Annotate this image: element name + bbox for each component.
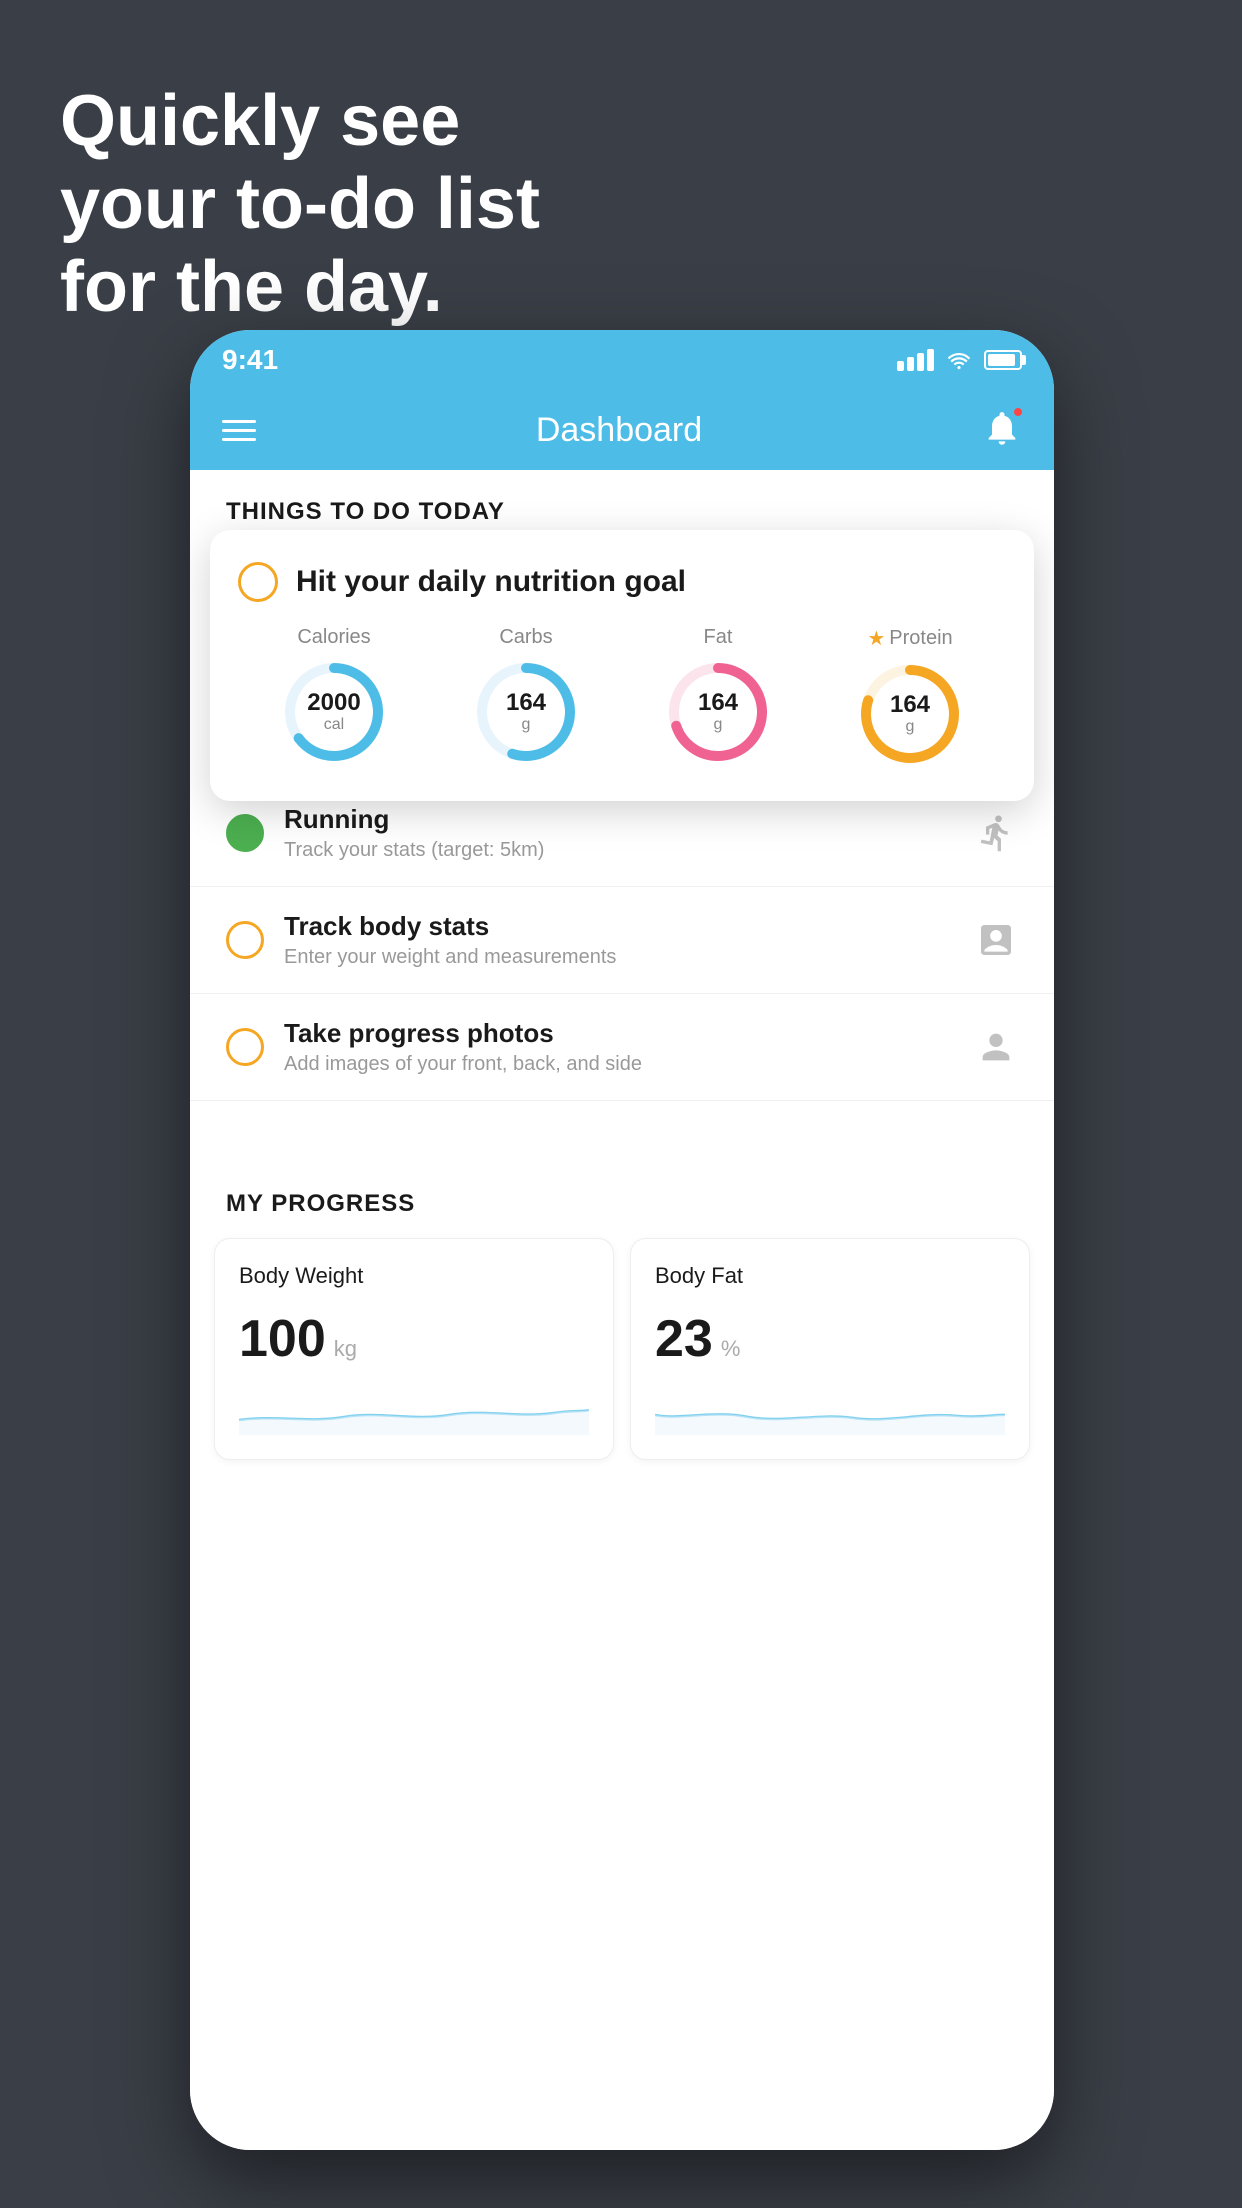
nutrition-card-title: Hit your daily nutrition goal xyxy=(296,565,686,599)
progress-section-header: MY PROGRESS xyxy=(214,1190,1030,1218)
body-fat-card: Body Fat 23 % xyxy=(630,1238,1030,1460)
protein-label: ★ Protein xyxy=(867,626,952,651)
phone-content: THINGS TO DO TODAY Hit your daily nutrit… xyxy=(190,470,1054,2150)
protein-unit: g xyxy=(890,718,930,736)
todo-checkbox-body-stats[interactable] xyxy=(226,921,264,959)
nutrition-item-carbs: Carbs 164 g xyxy=(471,626,581,767)
todo-checkbox-running[interactable] xyxy=(226,814,264,852)
shoe-icon xyxy=(974,811,1018,855)
body-fat-unit: % xyxy=(721,1336,741,1362)
running-subtitle: Track your stats (target: 5km) xyxy=(284,839,974,862)
body-weight-value: 100 xyxy=(239,1309,326,1369)
carbs-value: 164 xyxy=(506,690,546,716)
todo-list: Running Track your stats (target: 5km) T… xyxy=(190,780,1054,1101)
calories-unit: cal xyxy=(307,716,360,734)
fat-donut: 164 g xyxy=(663,657,773,767)
status-time: 9:41 xyxy=(222,344,278,376)
nutrition-item-fat: Fat 164 g xyxy=(663,626,773,767)
body-fat-chart xyxy=(655,1385,1005,1435)
todo-text-body-stats: Track body stats Enter your weight and m… xyxy=(284,911,974,969)
body-fat-value: 23 xyxy=(655,1309,713,1369)
headline-line3: for the day. xyxy=(60,246,540,329)
nutrition-item-calories: Calories 2000 cal xyxy=(279,626,389,767)
body-weight-chart xyxy=(239,1385,589,1435)
carbs-label: Carbs xyxy=(499,626,552,649)
person-icon xyxy=(974,1025,1018,1069)
progress-photos-title: Take progress photos xyxy=(284,1018,974,1049)
nutrition-item-protein: ★ Protein 164 g xyxy=(855,626,965,769)
headline-line2: your to-do list xyxy=(60,163,540,246)
todo-text-progress-photos: Take progress photos Add images of your … xyxy=(284,1018,974,1076)
headline-line1: Quickly see xyxy=(60,80,540,163)
body-weight-card: Body Weight 100 kg xyxy=(214,1238,614,1460)
status-icons xyxy=(897,349,1022,371)
notification-dot xyxy=(1012,406,1024,418)
phone-shell: 9:41 Dashboard THIN xyxy=(190,330,1054,2150)
calories-donut: 2000 cal xyxy=(279,657,389,767)
body-weight-unit: kg xyxy=(334,1336,357,1362)
fat-unit: g xyxy=(698,716,738,734)
todo-checkbox-progress-photos[interactable] xyxy=(226,1028,264,1066)
nutrition-card: Hit your daily nutrition goal Calories 2… xyxy=(210,530,1034,801)
body-fat-title: Body Fat xyxy=(655,1263,1005,1289)
fat-label: Fat xyxy=(704,626,733,649)
scale-icon xyxy=(974,918,1018,962)
progress-cards: Body Weight 100 kg Body Fat xyxy=(214,1238,1030,1460)
todo-item-body-stats[interactable]: Track body stats Enter your weight and m… xyxy=(190,887,1054,994)
bell-icon[interactable] xyxy=(982,408,1022,453)
things-section-header: THINGS TO DO TODAY xyxy=(190,470,1054,536)
headline: Quickly see your to-do list for the day. xyxy=(60,80,540,328)
wifi-icon xyxy=(946,350,972,370)
progress-section: MY PROGRESS Body Weight 100 kg xyxy=(190,1190,1054,1460)
body-weight-title: Body Weight xyxy=(239,1263,589,1289)
todo-text-running: Running Track your stats (target: 5km) xyxy=(284,804,974,862)
body-stats-title: Track body stats xyxy=(284,911,974,942)
battery-icon xyxy=(984,350,1022,370)
carbs-unit: g xyxy=(506,716,546,734)
body-stats-subtitle: Enter your weight and measurements xyxy=(284,946,974,969)
hamburger-menu[interactable] xyxy=(222,420,256,441)
carbs-donut: 164 g xyxy=(471,657,581,767)
progress-photos-subtitle: Add images of your front, back, and side xyxy=(284,1053,974,1076)
calories-value: 2000 xyxy=(307,690,360,716)
signal-icon xyxy=(897,349,934,371)
todo-item-progress-photos[interactable]: Take progress photos Add images of your … xyxy=(190,994,1054,1101)
nav-title: Dashboard xyxy=(536,411,702,450)
fat-value: 164 xyxy=(698,690,738,716)
running-title: Running xyxy=(284,804,974,835)
nutrition-row: Calories 2000 cal Carbs xyxy=(238,626,1006,769)
todo-checkbox-nutrition[interactable] xyxy=(238,562,278,602)
calories-label: Calories xyxy=(297,626,370,649)
protein-value: 164 xyxy=(890,692,930,718)
status-bar: 9:41 xyxy=(190,330,1054,390)
protein-donut: 164 g xyxy=(855,659,965,769)
nav-bar: Dashboard xyxy=(190,390,1054,470)
star-icon: ★ xyxy=(867,626,885,651)
